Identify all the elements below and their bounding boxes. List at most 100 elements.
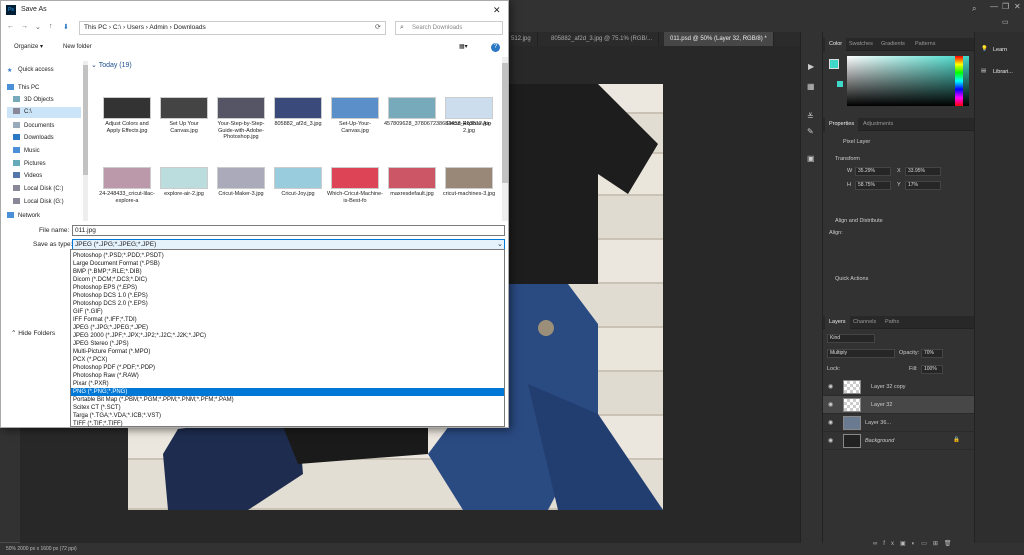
file-type-option[interactable]: Photoshop DCS 2.0 (*.EPS) [71,300,504,308]
file-type-option[interactable]: Dicom (*.DCM;*.DC3;*.DIC) [71,276,504,284]
tab-patterns[interactable]: Patterns [911,38,939,51]
file-type-option[interactable]: PNG (*.PNG;*.PNG) [71,388,504,396]
refresh-icon[interactable]: ⟳ [375,23,381,31]
file-type-option[interactable]: TIFF (*.TIF;*.TIFF) [71,420,504,428]
layer-filter-kind[interactable]: Kind [827,334,875,343]
play-icon[interactable]: ▶ [808,62,814,71]
file-type-option[interactable]: Photoshop PDF (*.PDF;*.PDP) [71,364,504,372]
file-item[interactable]: Cricut-Joy.jpg [270,167,326,215]
doc-tab-active[interactable]: 011.psd @ 50% (Layer 32, RGB/8) * [664,32,774,46]
nav-network[interactable]: Network [7,211,81,222]
color-field[interactable] [847,56,969,106]
grid-icon[interactable]: ▦ [807,82,815,91]
file-item[interactable]: Your-Step-by-Step-Guide-with-Adobe-Photo… [213,97,269,145]
file-item[interactable]: Cricut-Explore-Air-2.jpg [441,97,497,145]
nav-scrollbar[interactable] [83,61,88,221]
tab-channels[interactable]: Channels [849,316,880,329]
align-section[interactable]: Align and Distribute [835,218,883,224]
file-item[interactable]: Set-Up-Your-Canvas.jpg [327,97,383,145]
fg-color-chip[interactable] [829,59,839,69]
file-type-option[interactable]: Pixar (*.PXR) [71,380,504,388]
file-item[interactable]: explore-air-2.jpg [156,167,212,215]
file-item[interactable]: cricut-machines-3.jpg [441,167,497,215]
layer-row[interactable]: ◉ Background 🔒 [823,432,975,450]
libraries-icon[interactable]: ▤ [981,68,986,74]
tab-layers[interactable]: Layers [825,316,850,329]
y-field[interactable]: 17% [905,181,941,190]
opacity-field[interactable]: 70% [921,349,943,358]
layer-row-selected[interactable]: ◉ Layer 32 [823,396,975,414]
tab-gradients[interactable]: Gradients [877,38,909,51]
search-input[interactable]: Search Downloads [395,21,503,35]
dialog-close-icon[interactable]: ✕ [493,1,501,19]
learn-label[interactable]: Learn [993,47,1007,53]
file-item[interactable]: Cricut-Maker-3.jpg [213,167,269,215]
adjust-icon[interactable]: ≚ [807,112,814,121]
file-item[interactable]: 457809628_378067238684458_453512.jpg [384,97,491,145]
eye-icon[interactable]: ◉ [828,437,835,444]
file-name-input[interactable]: 011.jpg [72,225,505,236]
tab-color[interactable]: Color [825,38,847,51]
eye-icon[interactable]: ◉ [828,383,835,390]
file-type-option[interactable]: Photoshop EPS (*.EPS) [71,284,504,292]
transform-section[interactable]: Transform [835,156,860,162]
forward-arrow-icon[interactable]: → [21,23,28,30]
file-item[interactable]: Adjust Colors and Apply Effects.jpg [99,97,155,145]
doc-tab[interactable]: 512.jpg [505,32,538,46]
eye-icon[interactable]: ◉ [828,401,835,408]
file-type-option[interactable]: PCX (*.PCX) [71,356,504,364]
height-field[interactable]: 58.75% [855,181,891,190]
tab-paths[interactable]: Paths [881,316,903,329]
hide-folders-button[interactable]: ⌃ Hide Folders [11,329,55,337]
file-type-option[interactable]: Photoshop DCS 1.0 (*.EPS) [71,292,504,300]
restore-icon[interactable]: ❐ [1002,2,1009,11]
back-arrow-icon[interactable]: ← [7,23,14,30]
properties-icon[interactable]: ▣ [807,154,815,163]
file-list-scrollbar[interactable] [502,57,508,221]
file-type-option[interactable]: Large Document Format (*.PSB) [71,260,504,268]
file-type-option[interactable]: BMP (*.BMP;*.RLE;*.DIB) [71,268,504,276]
chevron-down-icon[interactable]: ⌄ [497,240,503,248]
file-type-option[interactable]: Photoshop Raw (*.RAW) [71,372,504,380]
nav-3d-objects[interactable]: 3D Objects [7,95,81,106]
tab-swatches[interactable]: Swatches [845,38,877,51]
layer-row[interactable]: ◉ Layer 36... [823,414,975,432]
new-folder-button[interactable]: New folder [63,39,92,55]
doc-tab[interactable]: 805882_af2d_3.jpg @ 75.1% (RGB/... [545,32,660,46]
file-type-option[interactable]: JPEG (*.JPG;*.JPEG;*.JPE) [71,324,504,332]
file-item[interactable]: Which-Cricut-Machine-is-Best-fo [327,167,383,215]
help-icon[interactable]: ? [491,43,500,52]
learn-icon[interactable]: 💡 [981,46,988,52]
file-item[interactable]: 24-248433_cricut-lilac-explore-a [99,167,155,215]
view-options-icon[interactable]: ▦▾ [459,39,468,55]
nav-videos[interactable]: Videos [7,171,81,182]
workspace-icon[interactable]: ▭ [1002,18,1009,26]
file-item[interactable]: 805882_af2d_3.jpg [270,97,326,145]
file-type-option[interactable]: Portable Bit Map (*.PBM;*.PGM;*.PPM;*.PN… [71,396,504,404]
file-type-option[interactable]: JPEG 2000 (*.JPF;*.JPX;*.JP2;*.J2C;*.J2K… [71,332,504,340]
libraries-label[interactable]: Librari... [993,69,1013,75]
nav-music[interactable]: Music [7,146,81,157]
hue-slider[interactable] [955,56,963,106]
file-item[interactable]: maxresdefault.jpg [384,167,440,215]
file-type-option[interactable]: Scitex CT (*.SCT) [71,404,504,412]
nav-this-pc[interactable]: This PC [7,83,81,94]
file-type-option[interactable]: Targa (*.TGA;*.VDA;*.ICB;*.VST) [71,412,504,420]
nav-local-disk-c[interactable]: Local Disk (C:) [7,184,81,195]
x-field[interactable]: 33.95% [905,167,941,176]
minimize-icon[interactable]: — [990,2,998,11]
nav-downloads[interactable]: Downloads [7,133,81,144]
nav-documents[interactable]: Documents [7,121,81,132]
blend-mode-select[interactable]: Multiply [827,349,895,358]
address-bar[interactable]: This PC › C:\ › Users › Admin › Download… [79,21,386,35]
eye-icon[interactable]: ◉ [828,419,835,426]
brush-icon[interactable]: ✎ [807,127,814,136]
file-item[interactable]: Set Up Your Canvas.jpg [156,97,212,145]
width-field[interactable]: 35.29% [855,167,891,176]
nav-quick-access[interactable]: ★ Quick access [7,65,81,76]
nav-pictures[interactable]: Pictures [7,159,81,170]
quick-actions-section[interactable]: Quick Actions [835,276,868,282]
layer-row[interactable]: ◉ Layer 32 copy [823,378,975,396]
file-type-option[interactable]: IFF Format (*.IFF;*.TDI) [71,316,504,324]
file-type-option[interactable]: JPEG Stereo (*.JPS) [71,340,504,348]
